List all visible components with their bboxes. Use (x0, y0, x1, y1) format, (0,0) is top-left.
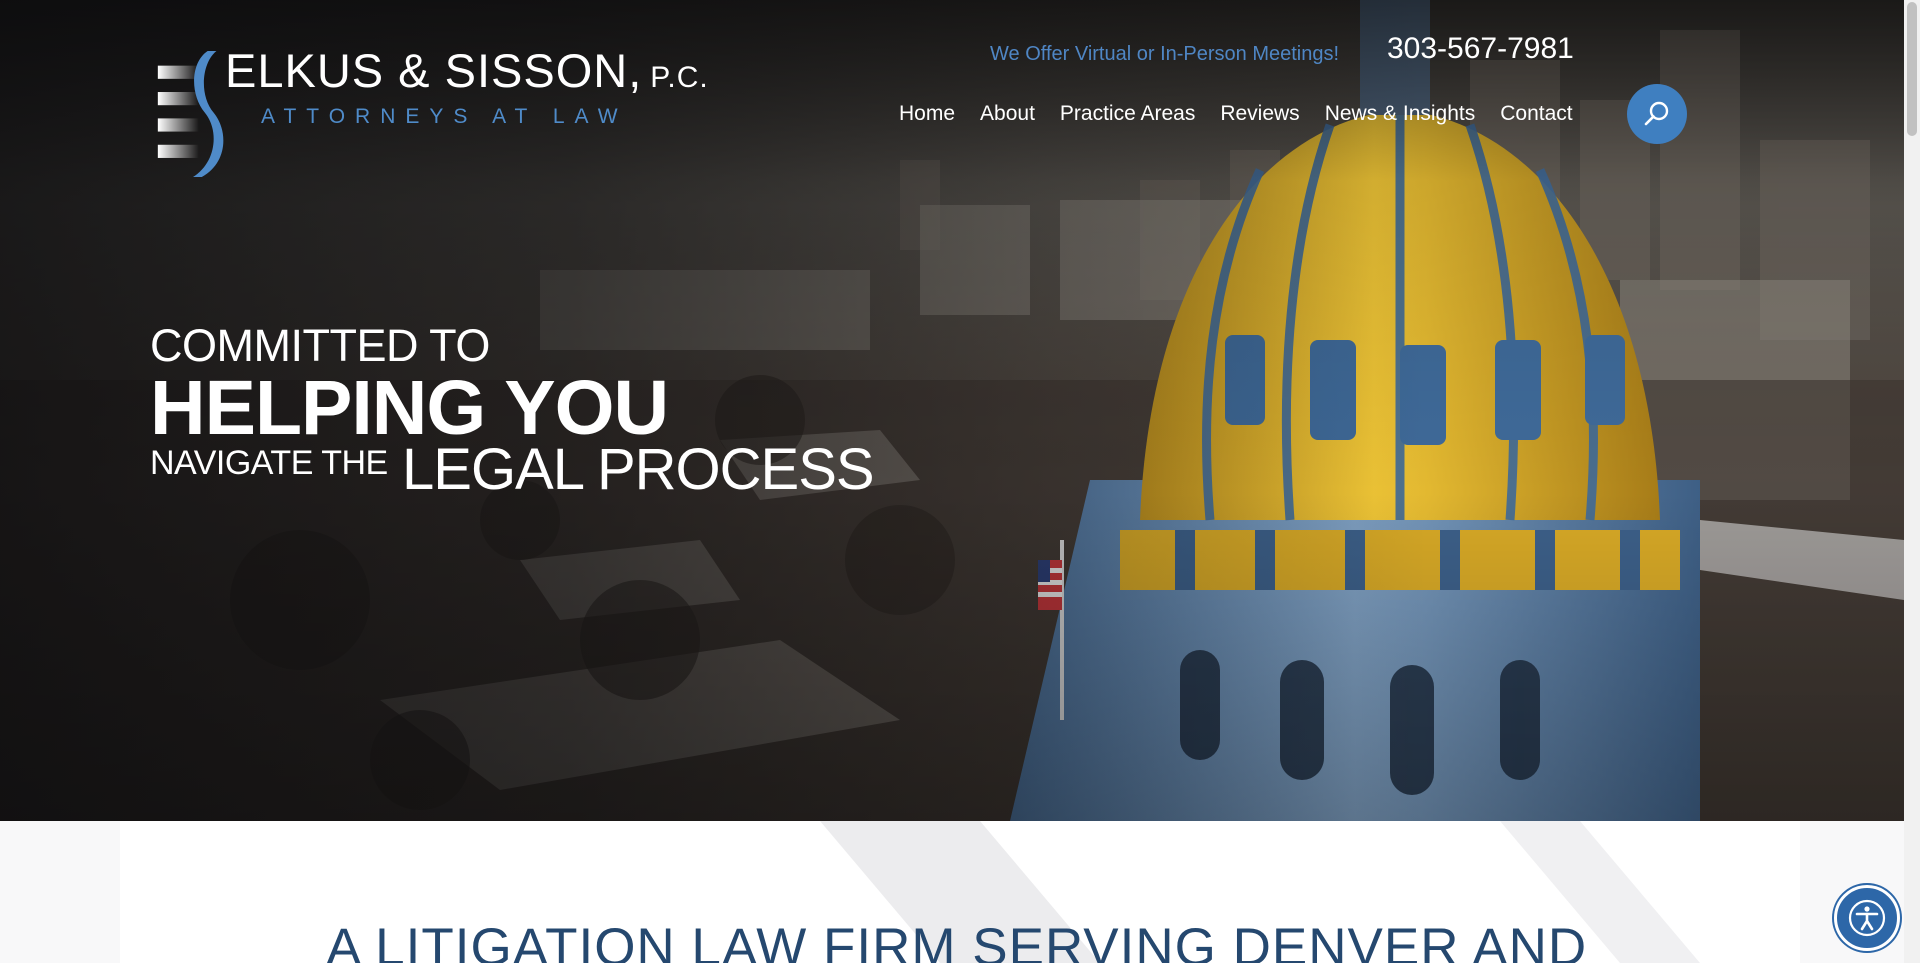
intro-section: A LITIGATION LAW FIRM SERVING DENVER AND (0, 821, 1904, 963)
firm-name-text: ELKUS & SISSON, (225, 44, 643, 97)
firm-logo[interactable]: ELKUS & SISSON, P.C. ATTORNEYS AT LAW (151, 37, 711, 177)
headline-line-3: NAVIGATE THE (150, 444, 388, 482)
firm-name: ELKUS & SISSON, P.C. (225, 43, 709, 98)
nav-item-contact[interactable]: Contact (1500, 102, 1572, 132)
nav-item-practice-areas[interactable]: Practice Areas (1060, 102, 1195, 132)
accessibility-button[interactable] (1834, 885, 1900, 951)
hero-section: ELKUS & SISSON, P.C. ATTORNEYS AT LAW We … (0, 0, 1904, 821)
main-nav: Home About Practice Areas Reviews News &… (899, 102, 1573, 132)
nav-item-reviews[interactable]: Reviews (1220, 102, 1299, 132)
headline-line-4: LEGAL PROCESS (402, 437, 875, 502)
search-button[interactable] (1627, 84, 1687, 144)
nav-item-about[interactable]: About (980, 102, 1035, 132)
accessibility-icon (1848, 899, 1886, 937)
firm-name-suffix: P.C. (650, 61, 709, 94)
nav-item-news-insights[interactable]: News & Insights (1325, 102, 1476, 132)
section-title: A LITIGATION LAW FIRM SERVING DENVER AND (326, 918, 1588, 963)
meeting-note: We Offer Virtual or In-Person Meetings! (990, 43, 1340, 65)
firm-tagline: ATTORNEYS AT LAW (261, 105, 628, 128)
logo-mark-icon (157, 51, 224, 177)
search-icon (1644, 101, 1669, 126)
nav-item-home[interactable]: Home (899, 102, 955, 132)
phone-link[interactable]: 303-567-7981 (1387, 32, 1574, 66)
scrollbar-thumb[interactable] (1907, 2, 1917, 136)
page-scrollbar[interactable] (1904, 0, 1920, 963)
